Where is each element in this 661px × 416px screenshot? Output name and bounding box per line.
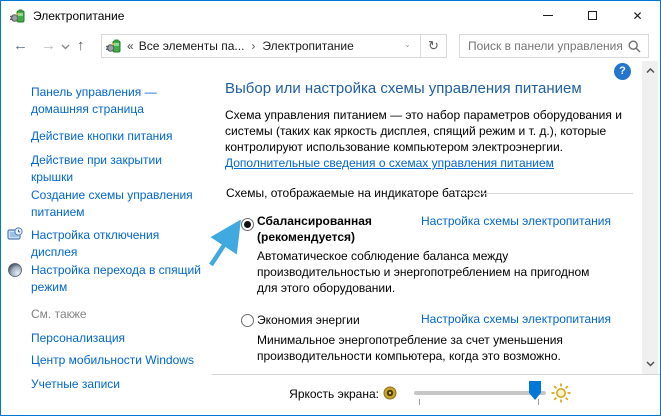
- close-button[interactable]: ✕: [615, 1, 660, 30]
- breadcrumb-separator-icon[interactable]: ›: [251, 39, 255, 53]
- radio-power-saver-plan[interactable]: [241, 314, 254, 327]
- plan-description-balanced: Автоматическое соблюдение баланса между …: [257, 248, 613, 296]
- plan-description-power-saver: Минимальное энергопотребление за счет ум…: [257, 332, 619, 364]
- plan-name-power-saver[interactable]: Экономия энергии: [257, 312, 427, 328]
- sleep-moon-icon: [7, 262, 23, 278]
- sidebar-item-lid-close-action[interactable]: Действие при закрытии крышки: [31, 152, 201, 186]
- sidebar-item-home[interactable]: Панель управления — домашняя страница: [31, 84, 201, 118]
- minimize-button[interactable]: [525, 1, 570, 30]
- footer-divider: [212, 374, 660, 375]
- search-input[interactable]: [460, 39, 628, 53]
- slider-tick: [419, 399, 420, 405]
- brightness-label: Яркость экрана:: [211, 387, 379, 401]
- page-title: Выбор или настройка схемы управления пит…: [225, 80, 582, 97]
- display-clock-icon: [7, 227, 23, 243]
- power-options-icon: [106, 38, 122, 54]
- plan-settings-link-balanced[interactable]: Настройка схемы электропитания: [421, 214, 611, 228]
- plans-group-label: Схемы, отображаемые на индикаторе батаре…: [226, 186, 487, 200]
- maximize-icon: [588, 11, 597, 20]
- vertical-scrollbar[interactable]: [642, 61, 658, 374]
- titlebar: Электропитание ✕: [1, 1, 660, 31]
- address-dropdown-icon[interactable]: [395, 43, 420, 49]
- group-divider: [460, 193, 633, 194]
- breadcrumb-root[interactable]: Все элементы па...: [139, 39, 245, 53]
- sidebar-item-mobility-center[interactable]: Центр мобильности Windows: [31, 352, 211, 369]
- scroll-up-icon[interactable]: [642, 63, 658, 79]
- power-options-window: Электропитание ✕ ← → ↑ « Все элемент: [0, 0, 661, 416]
- annotation-arrow-icon: [204, 213, 250, 271]
- forward-button[interactable]: →: [41, 35, 56, 57]
- breadcrumb-overflow[interactable]: «: [127, 39, 134, 53]
- brightness-slider-thumb[interactable]: [529, 381, 541, 400]
- maximize-button[interactable]: [570, 1, 615, 30]
- address-bar[interactable]: « Все элементы па... › Электропитание ↻: [101, 34, 447, 58]
- up-button[interactable]: ↑: [77, 35, 85, 57]
- brightness-low-icon: [382, 385, 398, 401]
- help-button[interactable]: ?: [614, 63, 631, 80]
- scroll-down-icon[interactable]: [642, 356, 658, 372]
- window-title: Электропитание: [33, 9, 124, 23]
- sidebar-item-create-power-plan[interactable]: Создание схемы управления питанием: [31, 187, 201, 221]
- back-button[interactable]: ←: [13, 35, 28, 57]
- see-also-header: См. также: [31, 307, 87, 321]
- sidebar-item-power-button-action[interactable]: Действие кнопки питания: [31, 128, 201, 145]
- sidebar-item-sleep-settings[interactable]: Настройка перехода в спящий режим: [31, 262, 201, 296]
- intro-text: Схема управления питанием — это набор па…: [225, 107, 649, 155]
- power-options-icon: [10, 8, 26, 24]
- sidebar-item-display-off-settings[interactable]: Настройка отключения дисплея: [31, 227, 201, 261]
- breadcrumb-current[interactable]: Электропитание: [262, 39, 353, 53]
- minimize-icon: [543, 15, 553, 16]
- navigation-bar: ← → ↑ « Все элементы па... › Электропита…: [1, 31, 660, 61]
- sidebar-item-personalization[interactable]: Персонализация: [31, 330, 201, 347]
- sidebar-item-user-accounts[interactable]: Учетные записи: [31, 376, 201, 393]
- plan-settings-link-power-saver[interactable]: Настройка схемы электропитания: [421, 312, 611, 326]
- brightness-slider-track[interactable]: [414, 391, 546, 395]
- history-dropdown-icon[interactable]: [61, 44, 70, 50]
- plan-name-balanced[interactable]: Сбалансированная (рекомендуется): [257, 213, 407, 245]
- close-icon: ✕: [632, 9, 642, 23]
- refresh-button[interactable]: ↻: [420, 35, 446, 57]
- learn-more-link[interactable]: Дополнительные сведения о схемах управле…: [225, 156, 554, 170]
- slider-tick: [538, 399, 539, 405]
- brightness-high-icon: [551, 383, 571, 403]
- search-icon[interactable]: [628, 40, 641, 53]
- search-box[interactable]: [459, 34, 649, 58]
